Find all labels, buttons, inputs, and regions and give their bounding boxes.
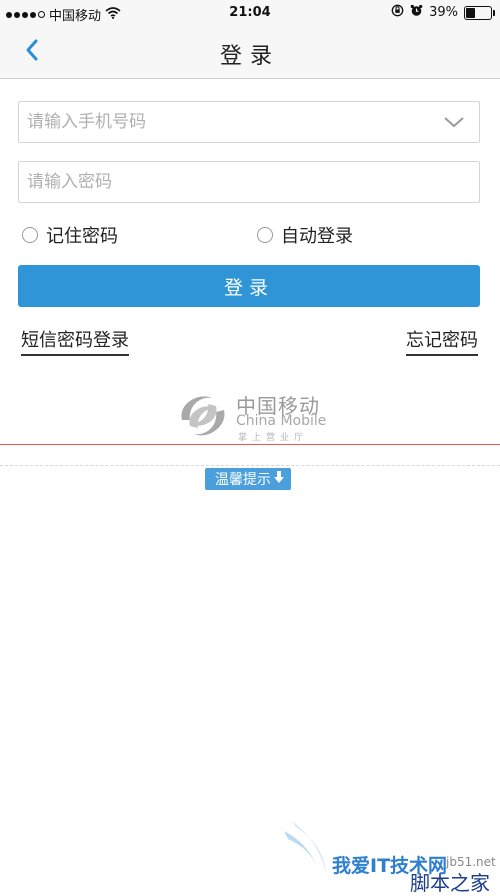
chevron-down-icon[interactable] bbox=[443, 114, 465, 133]
logo-text-en: China Mobile bbox=[236, 413, 327, 429]
watermark-text-brand: 脚本之家 bbox=[410, 871, 490, 895]
sms-login-link[interactable]: 短信密码登录 bbox=[21, 330, 129, 356]
password-input[interactable] bbox=[19, 162, 479, 202]
dashed-divider bbox=[0, 465, 500, 466]
password-field[interactable] bbox=[18, 161, 480, 203]
login-button[interactable]: 登录 bbox=[18, 265, 480, 307]
page-title: 登录 bbox=[219, 44, 280, 69]
remember-password-label: 记住密码 bbox=[46, 226, 118, 247]
tips-label: 温馨提示 bbox=[215, 472, 271, 488]
radio-icon[interactable] bbox=[22, 227, 38, 243]
status-right: 39% bbox=[391, 4, 495, 21]
status-bar: 中国移动 21:04 39% bbox=[0, 0, 500, 26]
radio-icon[interactable] bbox=[257, 227, 273, 243]
auto-login-option[interactable]: 自动登录 bbox=[257, 222, 353, 248]
logo-subtitle: 掌上营业厅 bbox=[238, 433, 309, 443]
rotation-lock-icon bbox=[391, 4, 404, 21]
battery-percent: 39% bbox=[429, 5, 458, 20]
nav-bar: 登录 bbox=[0, 26, 500, 79]
china-mobile-logo: 中国移动 China Mobile 掌上营业厅 bbox=[176, 390, 336, 443]
tips-button[interactable]: 温馨提示 bbox=[205, 468, 291, 490]
arrow-down-icon bbox=[273, 470, 285, 488]
remember-password-option[interactable]: 记住密码 bbox=[22, 222, 118, 248]
red-divider bbox=[0, 444, 500, 445]
forgot-password-link[interactable]: 忘记密码 bbox=[406, 330, 478, 356]
phone-field[interactable] bbox=[18, 101, 480, 143]
alarm-icon bbox=[410, 4, 423, 21]
battery-icon bbox=[464, 5, 495, 20]
watermark: 我爱IT技术网 jb51.net 脚本之家 bbox=[280, 809, 500, 895]
auto-login-label: 自动登录 bbox=[281, 226, 353, 247]
phone-input[interactable] bbox=[19, 102, 479, 142]
